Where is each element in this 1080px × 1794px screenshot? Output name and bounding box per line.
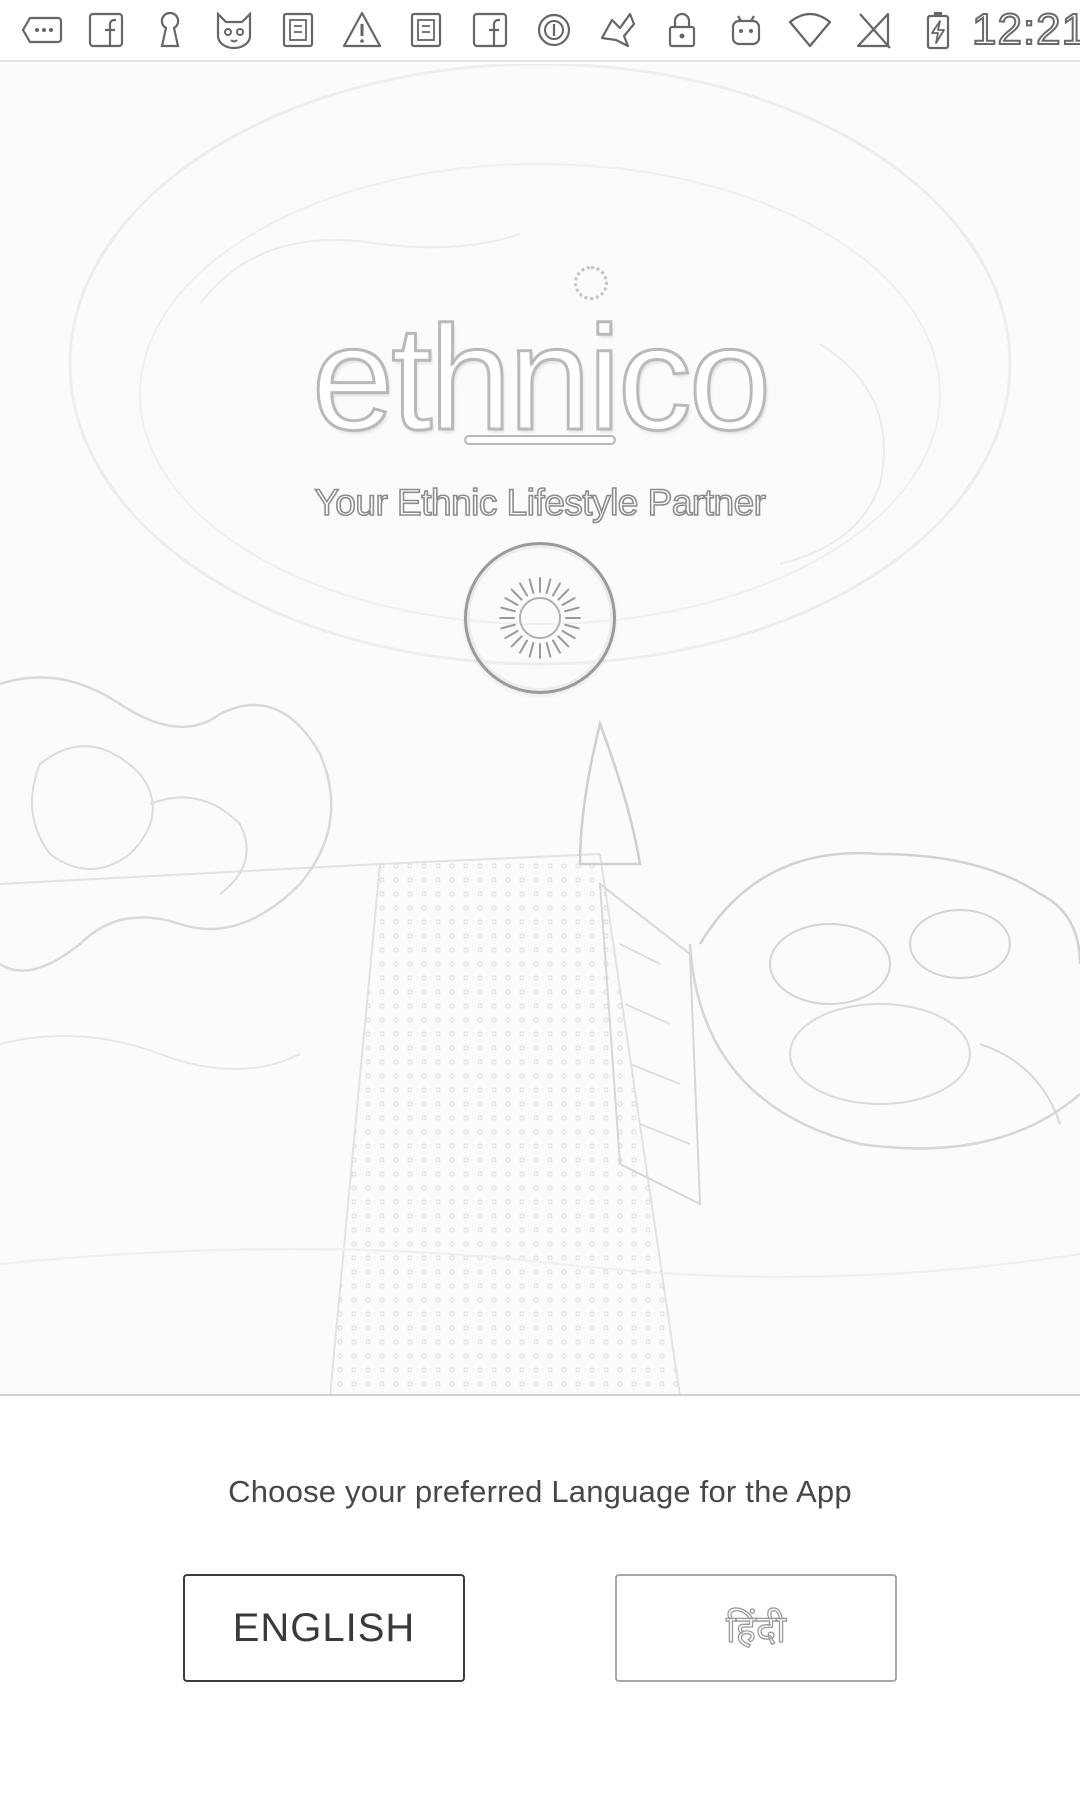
language-prompt: Choose your preferred Language for the A… (228, 1474, 852, 1509)
spinner-graphic (499, 577, 581, 659)
spinner-tick (557, 635, 570, 648)
spinner-tick (561, 597, 576, 606)
game-app-icon (594, 6, 642, 54)
spinner-tick (510, 588, 523, 601)
more-notifications-icon (18, 6, 66, 54)
loading-spinner-icon (464, 542, 616, 694)
status-bar-icons (18, 6, 962, 54)
circle-app-icon (530, 6, 578, 54)
facebook-icon (82, 6, 130, 54)
spinner-tick (500, 606, 516, 613)
background-image (0, 64, 1080, 1394)
spinner-tick (552, 639, 561, 654)
language-chooser: Choose your preferred Language for the A… (0, 1398, 1080, 1794)
wifi-icon (786, 6, 834, 54)
no-sim-icon (850, 6, 898, 54)
cat-app-icon (210, 6, 258, 54)
facebook-icon (466, 6, 514, 54)
spinner-tick (519, 639, 528, 654)
spinner-tick (519, 582, 528, 597)
spinner-tick (545, 578, 552, 594)
spinner-tick (504, 597, 519, 606)
spinner-tick (528, 578, 535, 594)
brand-underline (464, 435, 616, 445)
keyhole-icon (146, 6, 194, 54)
spinner-tick (561, 630, 576, 639)
battery-charging-icon (914, 6, 962, 54)
spinner-tick (510, 635, 523, 648)
app-notification-icon (402, 6, 450, 54)
english-button[interactable]: ENGLISH (183, 1574, 465, 1682)
status-bar: 12:21 (0, 0, 1080, 62)
spinner-tick (564, 623, 580, 630)
status-time: 12:21 (971, 4, 1080, 55)
splash-screen: 12:21 ethnico Your Ethnic Lifestyle Part… (0, 0, 1080, 1794)
spinner-tick (557, 588, 570, 601)
tagline: Your Ethnic Lifestyle Partner (314, 481, 767, 524)
spinner-tick (528, 642, 535, 658)
app-notification-icon (274, 6, 322, 54)
spinner-tick (564, 606, 580, 613)
spinner-tick (545, 642, 552, 658)
spinner-tick (500, 623, 516, 630)
android-icon (722, 6, 770, 54)
spinner-core (519, 597, 561, 639)
hindi-button[interactable]: हिंदी (615, 1574, 897, 1682)
spinner-tick (552, 582, 561, 597)
lock-icon (658, 6, 706, 54)
spinner-tick (504, 630, 519, 639)
warning-icon (338, 6, 386, 54)
hero-banner: ethnico Your Ethnic Lifestyle Partner (0, 64, 1080, 1396)
